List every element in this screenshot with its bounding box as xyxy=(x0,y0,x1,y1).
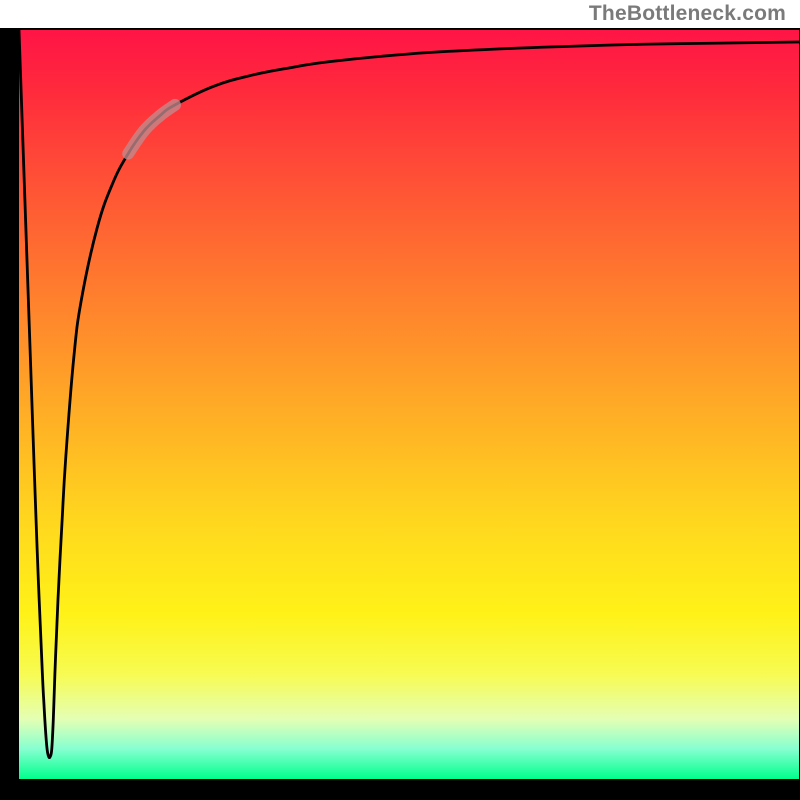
watermark-text: TheBottleneck.com xyxy=(589,2,786,26)
chart-frame xyxy=(0,28,800,800)
bottleneck-curve-path xyxy=(19,30,799,758)
plot-gradient-area xyxy=(19,30,799,779)
chart-curve-svg xyxy=(19,30,799,779)
bottleneck-curve-highlight xyxy=(128,105,175,154)
